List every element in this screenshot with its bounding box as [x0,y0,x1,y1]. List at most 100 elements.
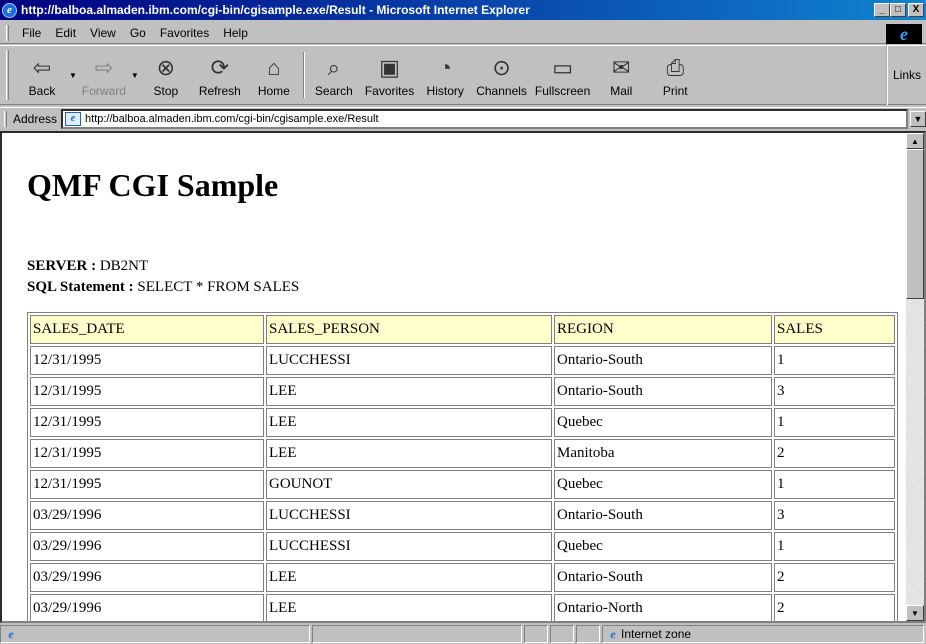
window-controls: _ □ X [874,3,924,17]
back-label: Back [28,84,56,98]
cell-sales-date: 03/29/1996 [30,532,264,561]
cell-region: Ontario-South [554,377,772,406]
scroll-thumb[interactable] [906,149,924,299]
channels-icon: ⊙ [492,55,511,80]
menu-bar: File Edit View Go Favorites Help e [0,22,926,44]
query-info: SERVER : DB2NT SQL Statement : SELECT * … [27,256,906,298]
table-row: 03/29/1996 LEE Ontario-North 2 [30,594,895,621]
favorites-icon: ▣ [379,55,400,80]
menu-go[interactable]: Go [123,24,153,42]
channels-label: Channels [476,84,527,98]
home-label: Home [257,84,290,98]
home-icon: ⌂ [267,55,281,80]
cell-sales: 3 [774,377,895,406]
title-bar[interactable]: e http://balboa.almaden.ibm.com/cgi-bin/… [0,0,926,20]
page-status-icon: e [8,627,14,641]
cell-sales: 2 [774,439,895,468]
stop-label: Stop [153,84,179,98]
server-line: SERVER : DB2NT [27,256,906,277]
forward-arrow-icon: ⇨ [94,55,114,80]
forward-dropdown-icon[interactable]: ▼ [131,71,139,80]
cell-sales-date: 03/29/1996 [30,501,264,530]
cell-sales: 2 [774,594,895,621]
cell-region: Ontario-South [554,346,772,375]
minimize-button[interactable]: _ [874,3,890,17]
mail-label: Mail [610,84,633,98]
address-dropdown-icon[interactable]: ▼ [910,110,926,127]
cell-sales: 1 [774,346,895,375]
table-header-row: SALES_DATE SALES_PERSON REGION SALES [30,315,895,344]
results-table: SALES_DATE SALES_PERSON REGION SALES 12/… [27,312,898,621]
content-frame: QMF CGI Sample SERVER : DB2NT SQL Statem… [0,131,926,623]
cell-sales-date: 12/31/1995 [30,346,264,375]
page-icon: e [65,111,82,126]
status-zone: Internet zone [621,627,692,641]
cell-sales-date: 03/29/1996 [30,563,264,592]
maximize-button[interactable]: □ [890,3,906,17]
history-button[interactable]: ◔ History [418,46,472,104]
cell-sales-person: LEE [266,563,552,592]
favorites-button[interactable]: ▣ Favorites [361,46,418,104]
print-button[interactable]: ⎙ Print [648,46,702,104]
address-input[interactable]: e http://balboa.almaden.ibm.com/cgi-bin/… [61,108,908,129]
stop-button[interactable]: ⊗ Stop [139,46,193,104]
menu-favorites[interactable]: Favorites [153,24,216,42]
toolbar-separator [302,52,305,98]
sql-value: SELECT * FROM SALES [137,279,300,295]
back-dropdown-icon[interactable]: ▼ [69,71,77,80]
table-row: 12/31/1995 LUCCHESSI Ontario-South 1 [30,346,895,375]
refresh-button[interactable]: ⟳ Refresh [193,46,247,104]
print-icon: ⎙ [666,55,685,80]
back-button[interactable]: ⇦ Back [15,46,69,104]
scroll-up-icon[interactable]: ▲ [906,133,924,149]
cell-sales: 1 [774,470,895,499]
menu-grip[interactable] [6,24,9,41]
status-cell-a [524,625,548,643]
cell-region: Quebec [554,532,772,561]
cell-sales-date: 12/31/1995 [30,470,264,499]
menu-help[interactable]: Help [216,24,255,42]
close-button[interactable]: X [908,3,924,17]
forward-button[interactable]: ⇨ Forward [77,46,131,104]
menu-file[interactable]: File [15,24,48,42]
cell-region: Ontario-South [554,501,772,530]
address-grip[interactable] [4,110,7,127]
history-icon: ◔ [438,55,452,80]
cell-sales-person: LEE [266,377,552,406]
search-icon: ⌕ [327,55,340,80]
header-sales-date: SALES_DATE [30,315,264,344]
server-label: SERVER : [27,258,97,274]
table-row: 03/29/1996 LUCCHESSI Ontario-South 3 [30,501,895,530]
menu-view[interactable]: View [83,24,123,42]
channels-button[interactable]: ⊙ Channels [472,46,531,104]
cell-sales: 2 [774,563,895,592]
status-bar: e e Internet zone [0,624,926,644]
page-content: QMF CGI Sample SERVER : DB2NT SQL Statem… [2,133,906,621]
home-button[interactable]: ⌂ Home [247,46,301,104]
history-label: History [426,84,464,98]
mail-icon: ✉ [612,55,631,80]
cell-sales-person: LUCCHESSI [266,501,552,530]
server-value: DB2NT [99,258,149,274]
fullscreen-button[interactable]: ▭ Fullscreen [531,46,594,104]
vertical-scrollbar[interactable]: ▲ ▼ [906,133,924,621]
ie-logo-icon: e [886,24,922,44]
scroll-down-icon[interactable]: ▼ [906,605,924,621]
fullscreen-label: Fullscreen [534,84,591,98]
header-sales-person: SALES_PERSON [266,315,552,344]
cell-sales-person: LEE [266,594,552,621]
address-bar: Address e http://balboa.almaden.ibm.com/… [0,107,926,129]
mail-button[interactable]: ✉ Mail [594,46,648,104]
ie-icon: e [2,2,17,18]
header-sales: SALES [774,315,895,344]
toolbar-grip[interactable] [6,50,9,100]
cell-region: Ontario-South [554,563,772,592]
cell-sales-date: 12/31/1995 [30,408,264,437]
search-button[interactable]: ⌕ Search [307,46,361,104]
cell-sales-person: LUCCHESSI [266,346,552,375]
links-label: Links [892,68,921,82]
menu-edit[interactable]: Edit [48,24,83,42]
table-row: 12/31/1995 LEE Quebec 1 [30,408,895,437]
links-button[interactable]: Links [886,45,926,105]
status-zone-cell: e Internet zone [602,625,924,643]
